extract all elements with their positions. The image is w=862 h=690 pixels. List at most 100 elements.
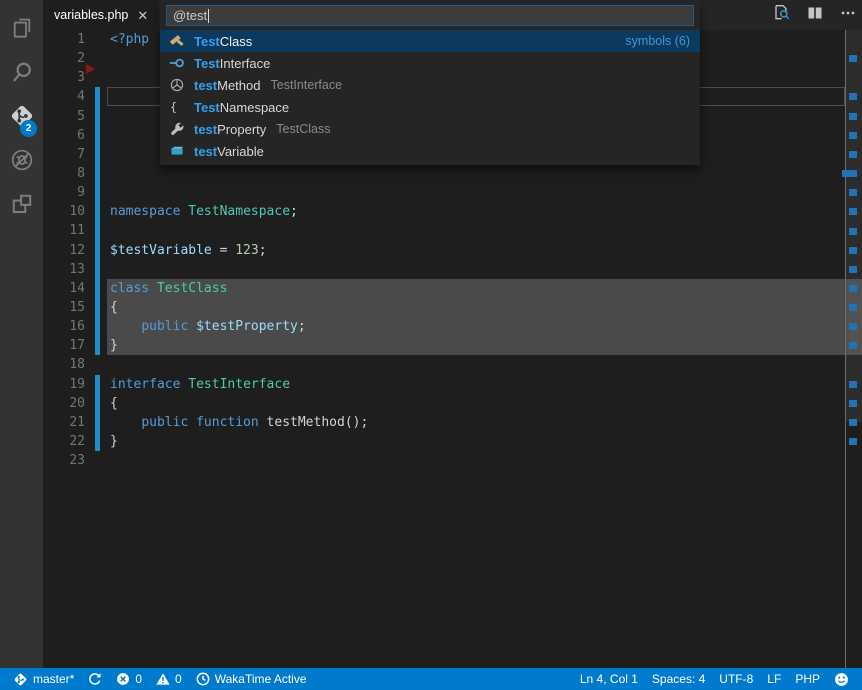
- quick-open-result[interactable]: testMethodTestInterface: [160, 74, 700, 96]
- code-line[interactable]: 16 public $testProperty;: [43, 317, 862, 336]
- code-line[interactable]: 12$testVariable = 123;: [43, 241, 862, 260]
- quick-open-result[interactable]: TestClasssymbols (6): [160, 30, 700, 52]
- status-language-mode[interactable]: PHP: [788, 668, 827, 690]
- status-wakatime[interactable]: WakaTime Active: [189, 668, 314, 690]
- git-modified-gutter: [95, 241, 100, 260]
- status-bar: master* 0 0 WakaTime Active Ln 4, Col 1 Spac…: [0, 668, 862, 690]
- overview-ruler-mark: [849, 55, 857, 62]
- line-number: 3: [43, 68, 85, 87]
- debug-icon: [9, 147, 35, 173]
- overview-ruler-mark: [849, 151, 857, 158]
- quick-open-result[interactable]: testVariable: [160, 140, 700, 162]
- overview-ruler-mark: [849, 247, 857, 254]
- overview-ruler-mark: [849, 419, 857, 426]
- git-modified-gutter: [95, 317, 100, 336]
- status-sync[interactable]: [81, 668, 109, 690]
- status-eol-label: LF: [767, 672, 781, 686]
- property-icon: [169, 121, 185, 137]
- status-cursor-position-label: Ln 4, Col 1: [580, 672, 638, 686]
- git-modified-gutter: [95, 394, 100, 413]
- line-number: 11: [43, 221, 85, 240]
- activity-bar-item-source-control[interactable]: 2: [0, 94, 43, 138]
- line-number: 19: [43, 375, 85, 394]
- code-text: class TestClass: [110, 279, 227, 298]
- status-language-mode-label: PHP: [795, 672, 820, 686]
- status-git-branch[interactable]: master*: [6, 668, 81, 690]
- split-editor-button[interactable]: [807, 5, 823, 26]
- tab-variables-php[interactable]: variables.php ✕: [43, 0, 157, 30]
- status-cursor-position[interactable]: Ln 4, Col 1: [573, 668, 645, 690]
- overview-ruler-mark: [849, 304, 857, 311]
- git-modified-gutter: [95, 126, 100, 145]
- code-text: {: [110, 298, 118, 317]
- git-modified-gutter: [95, 202, 100, 221]
- line-number: 23: [43, 451, 85, 470]
- open-preview-button[interactable]: [773, 4, 790, 26]
- activity-bar-item-debug[interactable]: [0, 138, 43, 182]
- quick-open-input-value: @test: [173, 8, 207, 23]
- activity-bar-item-explorer[interactable]: [0, 6, 43, 50]
- code-line[interactable]: 18: [43, 355, 862, 374]
- line-number: 1: [43, 30, 85, 49]
- quick-open-result[interactable]: testPropertyTestClass: [160, 118, 700, 140]
- status-bar-left: master* 0 0 WakaTime Active: [6, 668, 314, 690]
- status-feedback[interactable]: [827, 668, 856, 690]
- code-line[interactable]: 19interface TestInterface: [43, 375, 862, 394]
- code-line[interactable]: 21 public function testMethod();: [43, 413, 862, 432]
- line-number: 20: [43, 394, 85, 413]
- code-line[interactable]: 14 class TestClass: [43, 279, 862, 298]
- code-text: $testVariable = 123;: [110, 241, 267, 260]
- git-deleted-gutter: [86, 64, 95, 74]
- activity-bar-item-extensions[interactable]: [0, 182, 43, 226]
- open-preview-icon: [773, 4, 790, 26]
- code-line[interactable]: 11: [43, 221, 862, 240]
- git-modified-gutter: [95, 432, 100, 451]
- line-number: 21: [43, 413, 85, 432]
- result-label: testMethod: [194, 78, 261, 93]
- code-text: public function testMethod();: [110, 413, 368, 432]
- overview-ruler-mark: [849, 266, 857, 273]
- git-modified-gutter: [95, 413, 100, 432]
- result-label: TestInterface: [194, 56, 270, 71]
- close-icon[interactable]: ✕: [137, 9, 148, 22]
- git-modified-gutter: [95, 107, 100, 126]
- activity-bar: 2: [0, 0, 43, 668]
- status-warnings-label: 0: [175, 672, 182, 686]
- overview-ruler-mark: [849, 381, 857, 388]
- code-line[interactable]: 13: [43, 260, 862, 279]
- line-number: 15: [43, 298, 85, 317]
- status-errors[interactable]: 0: [109, 668, 149, 690]
- status-git-branch-label: master*: [33, 672, 74, 686]
- warning-icon: [156, 672, 170, 686]
- activity-bar-item-search[interactable]: [0, 50, 43, 94]
- smiley-icon: [834, 672, 849, 687]
- line-number: 22: [43, 432, 85, 451]
- error-icon: [116, 672, 130, 686]
- svg-text:{ }: { }: [170, 100, 185, 114]
- code-line[interactable]: 20 {: [43, 394, 862, 413]
- status-indentation[interactable]: Spaces: 4: [645, 668, 712, 690]
- class-icon: [169, 33, 185, 49]
- code-line[interactable]: 23: [43, 451, 862, 470]
- code-line[interactable]: 17}: [43, 336, 862, 355]
- code-text: {: [110, 394, 118, 413]
- git-modified-gutter: [95, 260, 100, 279]
- code-line[interactable]: 8: [43, 164, 862, 183]
- code-line[interactable]: 15 {: [43, 298, 862, 317]
- code-line[interactable]: 9: [43, 183, 862, 202]
- git-modified-gutter: [95, 164, 100, 183]
- status-eol[interactable]: LF: [760, 668, 788, 690]
- more-actions-button[interactable]: [840, 5, 856, 26]
- variable-icon: [169, 143, 185, 159]
- quick-open-result[interactable]: { }TestNamespace: [160, 96, 700, 118]
- line-number: 14: [43, 279, 85, 298]
- code-text: }: [110, 432, 118, 451]
- status-warnings[interactable]: 0: [149, 668, 189, 690]
- scrollbar-slider[interactable]: [846, 30, 862, 422]
- quick-open-input[interactable]: @test: [166, 5, 694, 26]
- overview-ruler-mark: [849, 285, 857, 292]
- quick-open-result[interactable]: TestInterface: [160, 52, 700, 74]
- status-encoding[interactable]: UTF-8: [712, 668, 760, 690]
- code-line[interactable]: 10namespace TestNamespace;: [43, 202, 862, 221]
- code-line[interactable]: 22}: [43, 432, 862, 451]
